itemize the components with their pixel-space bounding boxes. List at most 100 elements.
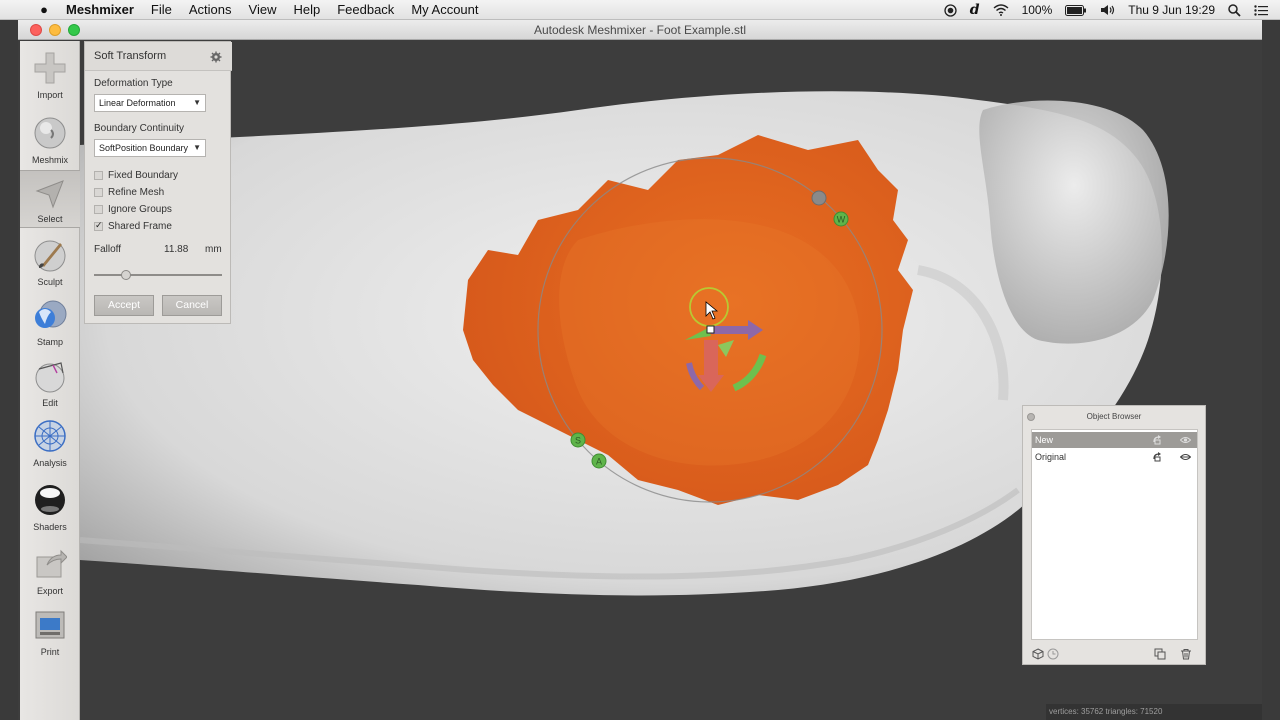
- gizmo-handle-s-label: S: [575, 436, 581, 446]
- meshmix-tool-label: Meshmix: [31, 155, 68, 165]
- export-tool-label: Export: [36, 586, 63, 596]
- ignore-groups-box[interactable]: [94, 205, 103, 214]
- rotate-object-icon[interactable]: [1152, 435, 1163, 445]
- gizmo-center-handle: [706, 325, 715, 334]
- chevron-down-icon: ▼: [191, 140, 201, 156]
- menu-file[interactable]: File: [151, 2, 172, 17]
- analysis-tool-label: Analysis: [33, 458, 67, 468]
- minimize-window-button[interactable]: [49, 24, 61, 36]
- object-browser-close-button[interactable]: [1027, 413, 1035, 421]
- falloff-label: Falloff: [94, 244, 122, 255]
- meshmix-sphere-icon: [34, 117, 66, 149]
- deformation-type-value: Linear Deformation: [99, 98, 176, 108]
- cancel-button[interactable]: Cancel: [162, 295, 222, 316]
- edit-tool[interactable]: Edit: [20, 353, 80, 411]
- window-title: Autodesk Meshmixer - Foot Example.stl: [533, 23, 747, 37]
- printer-icon: [35, 611, 65, 639]
- gizmo-handle-grey: [811, 190, 827, 206]
- stamp-icon: [35, 300, 67, 328]
- select-tool[interactable]: Select: [20, 170, 80, 228]
- mesh-stats-status: vertices: 35762 triangles: 71520: [1046, 704, 1262, 720]
- boundary-continuity-value: SoftPosition Boundary: [99, 143, 189, 153]
- boundary-continuity-select[interactable]: SoftPosition Boundary ▼: [94, 139, 206, 157]
- shared-frame-label: Shared Frame: [108, 221, 172, 232]
- deformation-type-select[interactable]: Linear Deformation ▼: [94, 94, 206, 112]
- falloff-unit: mm: [205, 244, 222, 255]
- object-browser-footer: [1023, 643, 1205, 665]
- shaders-sphere-icon: [35, 485, 65, 515]
- object-browser-header[interactable]: Object Browser: [1023, 406, 1205, 428]
- menu-my-account[interactable]: My Account: [411, 2, 478, 17]
- object-row-original[interactable]: Original: [1032, 449, 1197, 465]
- spotlight-search-icon[interactable]: [1228, 3, 1241, 17]
- soft-transform-title: Soft Transform: [94, 50, 167, 62]
- analysis-tool[interactable]: Analysis: [20, 413, 80, 471]
- trash-icon[interactable]: [1180, 648, 1192, 660]
- window-titlebar[interactable]: Autodesk Meshmixer - Foot Example.stl: [18, 20, 1262, 40]
- object-browser-panel: Object Browser New Original: [1022, 405, 1206, 665]
- close-window-button[interactable]: [30, 24, 42, 36]
- duplicate-icon[interactable]: [1154, 648, 1166, 660]
- fixed-boundary-box[interactable]: [94, 171, 103, 180]
- soft-transform-header[interactable]: Soft Transform: [85, 42, 232, 71]
- sculpt-brush-icon: [34, 240, 66, 272]
- fixed-boundary-label: Fixed Boundary: [108, 170, 179, 181]
- import-tool[interactable]: Import: [20, 45, 80, 103]
- menu-app-name[interactable]: Meshmixer: [66, 2, 134, 17]
- export-tool[interactable]: Export: [20, 541, 80, 599]
- accept-button[interactable]: Accept: [94, 295, 154, 316]
- import-tool-label: Import: [37, 90, 63, 100]
- object-name-original: Original: [1035, 452, 1067, 462]
- menubar-clock[interactable]: Thu 9 Jun 19:29: [1128, 3, 1215, 17]
- shaders-tool[interactable]: Shaders: [20, 477, 80, 535]
- record-icon[interactable]: [944, 3, 957, 17]
- gizmo-handle-a-label: A: [596, 457, 602, 467]
- meshmix-tool[interactable]: Meshmix: [20, 110, 80, 168]
- stamp-tool-label: Stamp: [36, 337, 63, 347]
- object-browser-title: Object Browser: [1086, 412, 1142, 421]
- falloff-slider-track[interactable]: [94, 274, 222, 276]
- menu-view[interactable]: View: [249, 2, 277, 17]
- menu-bar: ● Meshmixer File Actions View Help Feedb…: [0, 0, 1280, 20]
- chevron-down-icon: ▼: [193, 98, 201, 107]
- plus-icon: [34, 52, 66, 84]
- print-tool-label: Print: [40, 647, 60, 657]
- menu-actions[interactable]: Actions: [189, 2, 232, 17]
- d-app-icon[interactable]: d: [970, 2, 980, 18]
- shaders-tool-label: Shaders: [33, 522, 67, 532]
- refine-mesh-box[interactable]: [94, 188, 103, 197]
- menu-feedback[interactable]: Feedback: [337, 2, 394, 17]
- edit-sphere-icon: [35, 362, 65, 393]
- analysis-sphere-icon: [34, 420, 66, 452]
- deformation-type-label: Deformation Type: [94, 78, 173, 89]
- shared-frame-box[interactable]: [94, 220, 103, 231]
- clock-icon[interactable]: [1047, 648, 1059, 660]
- eye-closed-icon[interactable]: [1180, 452, 1191, 462]
- object-list: New Original: [1031, 429, 1198, 640]
- zoom-window-button[interactable]: [68, 24, 80, 36]
- wifi-icon[interactable]: [993, 4, 1009, 16]
- object-row-new[interactable]: New: [1032, 432, 1197, 448]
- menu-help[interactable]: Help: [293, 2, 320, 17]
- select-arrow-icon: [35, 180, 64, 209]
- gear-icon[interactable]: [210, 51, 222, 63]
- select-tool-label: Select: [37, 214, 63, 224]
- falloff-slider-handle[interactable]: [121, 270, 131, 280]
- boundary-continuity-label: Boundary Continuity: [94, 123, 185, 134]
- battery-icon[interactable]: [1065, 4, 1087, 16]
- eye-icon[interactable]: [1180, 435, 1191, 445]
- rotate-object-icon[interactable]: [1152, 452, 1163, 462]
- falloff-value[interactable]: 11.88: [164, 244, 188, 255]
- notification-list-icon[interactable]: [1254, 4, 1268, 16]
- apple-menu-icon[interactable]: ●: [34, 2, 54, 17]
- object-name-new: New: [1035, 435, 1054, 445]
- print-tool[interactable]: Print: [20, 602, 80, 660]
- volume-icon[interactable]: [1100, 4, 1115, 16]
- battery-percent: 100%: [1021, 3, 1053, 17]
- cube-icon[interactable]: [1032, 648, 1044, 660]
- sculpt-tool[interactable]: Sculpt: [20, 232, 80, 290]
- stamp-tool[interactable]: Stamp: [20, 292, 80, 350]
- edit-tool-label: Edit: [42, 398, 58, 408]
- refine-mesh-label: Refine Mesh: [108, 187, 165, 198]
- gizmo-handle-w-label: W: [837, 215, 846, 225]
